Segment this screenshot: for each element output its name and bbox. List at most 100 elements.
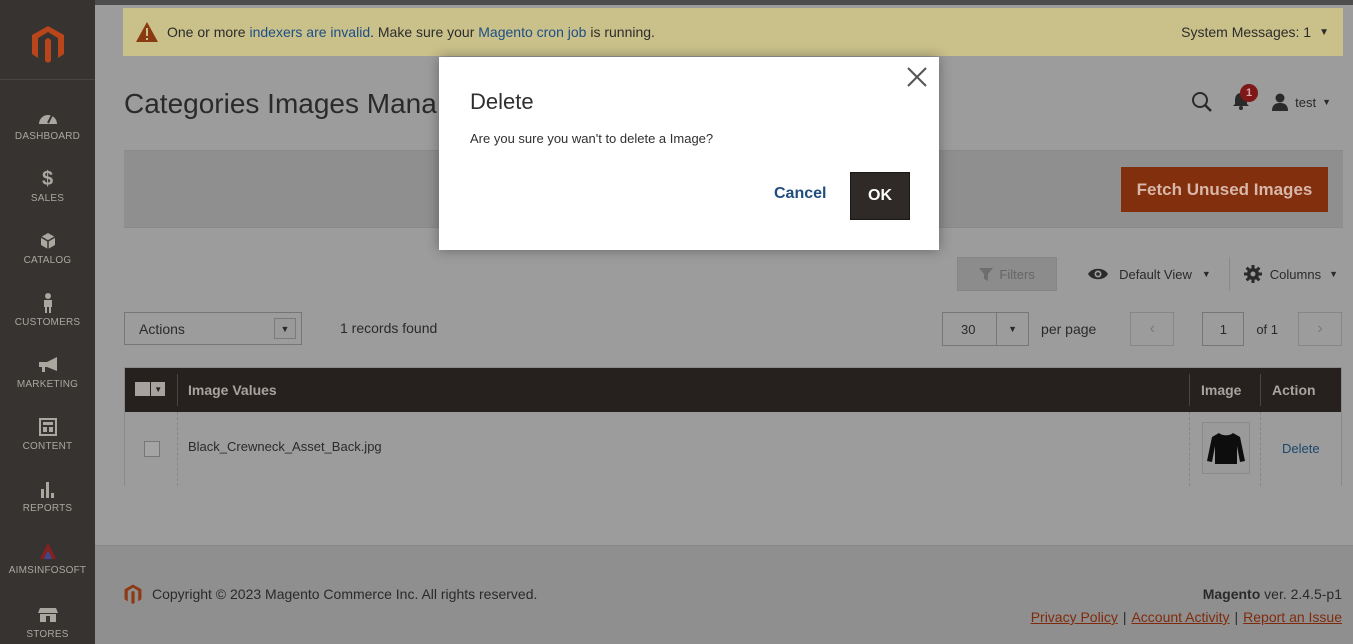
ok-button[interactable]: OK xyxy=(850,172,910,220)
top-border xyxy=(95,0,1353,5)
sidebar-item-content[interactable]: CONTENT xyxy=(0,402,95,464)
mass-select-checkbox[interactable]: ▼ xyxy=(135,379,165,399)
user-icon xyxy=(1272,93,1289,111)
grid-header: ▼ Image Values Image Action xyxy=(125,368,1341,412)
warning-icon xyxy=(136,22,158,42)
default-view-label: Default View xyxy=(1119,266,1192,282)
page-number-input[interactable]: 1 xyxy=(1202,312,1245,346)
user-account-menu[interactable]: test ▼ xyxy=(1271,93,1331,111)
per-page-value: 30 xyxy=(961,321,976,337)
person-icon xyxy=(42,291,54,315)
sidebar-item-label: REPORTS xyxy=(22,502,73,514)
row-checkbox[interactable] xyxy=(144,441,160,457)
account-activity-link[interactable]: Account Activity xyxy=(1131,609,1229,625)
sidebar-item-label: AIMSINFOSOFT xyxy=(8,564,87,576)
magento-logo-icon xyxy=(124,584,142,604)
sidebar-item-label: CONTENT xyxy=(22,440,73,452)
header-actions: 1 test ▼ xyxy=(1191,84,1331,116)
page-total: of 1 xyxy=(1256,321,1278,337)
bar-chart-icon xyxy=(39,477,57,501)
system-message-bar: One or more indexers are invalid . Make … xyxy=(123,8,1343,56)
search-icon[interactable] xyxy=(1191,91,1213,113)
sidebar-item-label: CUSTOMERS xyxy=(14,316,81,328)
copyright-text: Copyright © 2023 Magento Commerce Inc. A… xyxy=(152,586,538,602)
toolbar-divider xyxy=(1228,257,1230,291)
system-message-text: . Make sure your xyxy=(370,24,479,40)
caret-down-icon: ▼ xyxy=(1201,269,1211,279)
link-separator: | xyxy=(1234,609,1239,625)
filters-button[interactable]: Filters xyxy=(957,257,1058,291)
columns-label: Columns xyxy=(1269,266,1322,282)
columns-switcher[interactable]: Columns ▼ xyxy=(1243,265,1338,283)
column-header-image: Image xyxy=(1201,382,1242,398)
column-divider xyxy=(1260,412,1261,486)
sweatshirt-icon xyxy=(1207,433,1245,464)
per-page-label: per page xyxy=(1041,321,1097,337)
sidebar-item-customers[interactable]: CUSTOMERS xyxy=(0,278,95,340)
table-row: Black_Crewneck_Asset_Back.jpg Delete xyxy=(125,412,1341,486)
delete-link[interactable]: Delete xyxy=(1282,441,1320,456)
page-title: Categories Images Mana xyxy=(124,88,437,119)
sidebar-item-dashboard[interactable]: DASHBOARD xyxy=(0,92,95,154)
sidebar-item-label: CATALOG xyxy=(23,254,72,266)
sidebar-item-marketing[interactable]: MARKETING xyxy=(0,340,95,402)
next-page-button[interactable]: › xyxy=(1298,312,1342,346)
privacy-policy-link[interactable]: Privacy Policy xyxy=(1031,609,1118,625)
caret-down-icon: ▼ xyxy=(1322,97,1331,107)
page-footer: Copyright © 2023 Magento Commerce Inc. A… xyxy=(95,545,1353,644)
actions-label: Actions xyxy=(139,320,185,337)
chevron-right-icon: › xyxy=(1317,320,1323,337)
eye-icon xyxy=(1088,268,1109,280)
copyright: Copyright © 2023 Magento Commerce Inc. A… xyxy=(124,584,537,604)
notifications-button[interactable]: 1 xyxy=(1231,84,1259,113)
admin-sidebar: DASHBOARD $ SALES CATALOG CUSTOMERS MARK… xyxy=(0,0,95,644)
brand-name: Magento xyxy=(1202,586,1261,602)
column-divider xyxy=(1189,412,1190,486)
gear-icon xyxy=(1243,265,1262,283)
grid-tools: Filters Default View ▼ Columns ▼ xyxy=(957,257,1338,291)
sidebar-item-stores[interactable]: STORES xyxy=(0,590,95,644)
column-divider xyxy=(177,374,178,406)
default-view-switcher[interactable]: Default View ▼ xyxy=(1087,267,1211,282)
previous-page-button[interactable]: ‹ xyxy=(1130,312,1175,346)
pagination: 30 ▼ per page ‹ 1 of 1 › xyxy=(942,312,1342,346)
cancel-button[interactable]: Cancel xyxy=(774,185,826,203)
caret-down-icon: ▼ xyxy=(151,382,165,396)
delete-confirm-modal: Delete Are you sure you wan't to delete … xyxy=(439,57,939,250)
link-separator: | xyxy=(1122,609,1127,625)
chevron-left-icon: ‹ xyxy=(1149,320,1155,337)
sidebar-item-catalog[interactable]: CATALOG xyxy=(0,216,95,278)
sidebar-item-label: SALES xyxy=(30,192,65,204)
caret-down-icon: ▼ xyxy=(1329,269,1338,279)
image-value-cell: Black_Crewneck_Asset_Back.jpg xyxy=(188,439,382,454)
layout-icon xyxy=(38,415,57,439)
modal-message: Are you sure you wan't to delete a Image… xyxy=(470,131,714,146)
magento-logo-icon[interactable] xyxy=(0,8,95,80)
fetch-unused-images-button[interactable]: Fetch Unused Images xyxy=(1121,167,1328,212)
image-thumbnail[interactable] xyxy=(1202,422,1250,474)
close-icon[interactable] xyxy=(905,65,929,89)
megaphone-icon xyxy=(37,353,59,377)
mass-actions-select[interactable]: Actions ▼ xyxy=(124,312,302,345)
system-messages-toggle[interactable]: System Messages: 1 ▼ xyxy=(1181,8,1329,56)
records-found: 1 records found xyxy=(340,320,438,336)
aims-logo-icon xyxy=(39,539,57,563)
user-name: test xyxy=(1295,94,1317,110)
caret-down-icon: ▼ xyxy=(274,318,296,339)
caret-down-icon: ▼ xyxy=(1319,26,1329,38)
column-divider xyxy=(1260,374,1261,406)
report-issue-link[interactable]: Report an Issue xyxy=(1243,609,1342,625)
notification-count-badge: 1 xyxy=(1240,84,1259,102)
sidebar-item-label: MARKETING xyxy=(16,378,79,390)
box-icon xyxy=(40,229,56,253)
column-header-image-values[interactable]: Image Values xyxy=(188,368,277,412)
caret-down-icon: ▼ xyxy=(996,313,1028,345)
indexers-link[interactable]: indexers are invalid xyxy=(249,24,370,40)
sidebar-item-aimsinfosoft[interactable]: AIMSINFOSOFT xyxy=(0,526,95,588)
sidebar-item-sales[interactable]: $ SALES xyxy=(0,154,95,216)
per-page-select[interactable]: 30 ▼ xyxy=(942,312,1030,346)
dollar-icon: $ xyxy=(41,167,54,190)
cron-job-link[interactable]: Magento cron job xyxy=(478,24,586,40)
sidebar-item-reports[interactable]: REPORTS xyxy=(0,464,95,526)
system-messages-label: System Messages: 1 xyxy=(1181,24,1312,40)
